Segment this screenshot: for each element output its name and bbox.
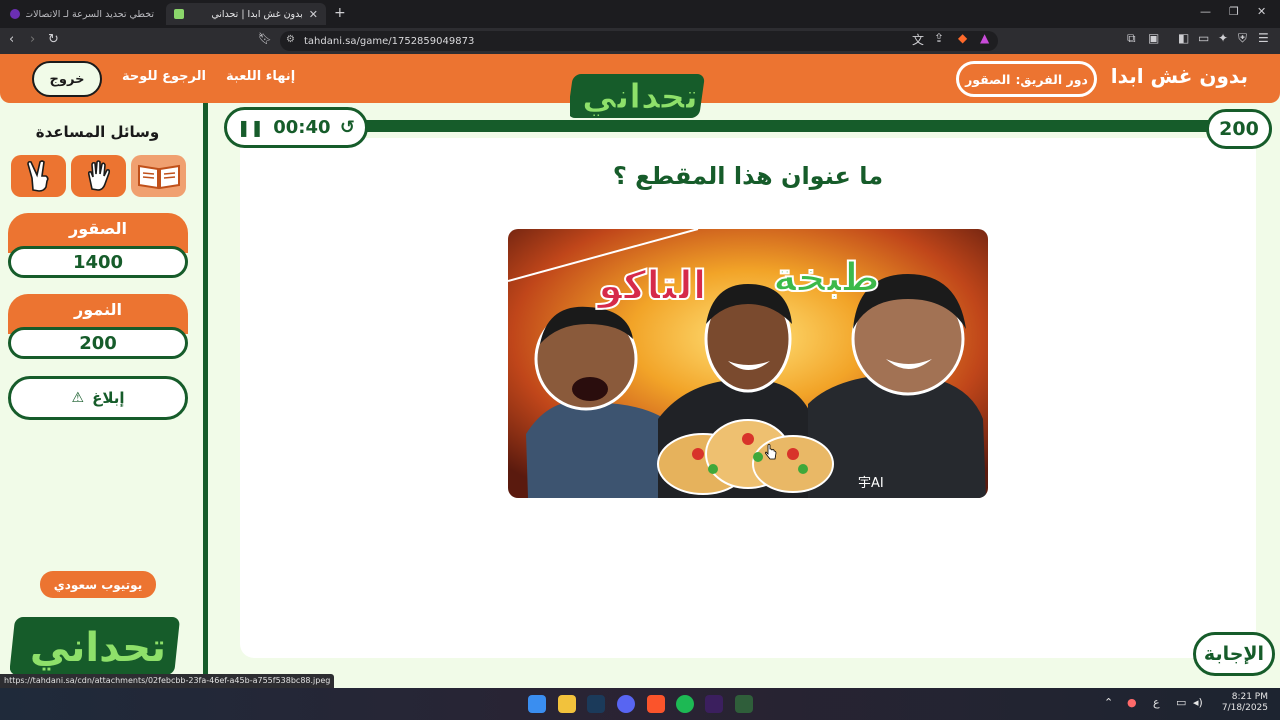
team-2-score: 200 bbox=[8, 327, 188, 359]
browser-tab-1[interactable]: تخطي تحديد السرعة لـ الاتصالات السعو bbox=[2, 3, 162, 25]
keyboard-language[interactable]: ع bbox=[1153, 696, 1160, 709]
open-book-icon bbox=[137, 164, 180, 190]
new-tab-icon[interactable]: + bbox=[334, 5, 346, 21]
next-app-icon[interactable] bbox=[705, 695, 723, 713]
shirt-text: 宇AI bbox=[858, 476, 884, 491]
category-badge: يوتيوب سعودي bbox=[40, 571, 156, 598]
rewards-icon[interactable]: ▲ bbox=[980, 31, 989, 45]
windows-start-icon[interactable] bbox=[528, 695, 546, 713]
clock-time: 8:21 PM bbox=[1231, 692, 1268, 702]
question-points: 200 bbox=[1206, 109, 1272, 149]
image-title-left: طبخة bbox=[773, 255, 880, 301]
browser-tab-2[interactable]: بدون غش ابدا | تحداني ✕ bbox=[166, 3, 326, 25]
tab-favicon-icon bbox=[174, 9, 184, 19]
pause-icon[interactable]: ❚❚ bbox=[237, 118, 264, 137]
reload-icon[interactable]: ↻ bbox=[48, 32, 59, 47]
clock[interactable]: 8:21 PM 7/18/2025 bbox=[1222, 692, 1268, 714]
two-fingers-icon bbox=[26, 160, 49, 192]
aid-raised-hand[interactable] bbox=[71, 155, 126, 197]
mouse-cursor-icon bbox=[765, 444, 777, 460]
steam-icon[interactable] bbox=[587, 695, 605, 713]
restore-icon[interactable]: ❐ bbox=[1229, 5, 1239, 18]
tab-title: بدون غش ابدا | تحداني bbox=[211, 8, 303, 20]
windows-taskbar: ⌃ ● ع ▭ ◂) 8:21 PM 7/18/2025 bbox=[0, 688, 1280, 720]
end-game-link[interactable]: إنهاء اللعبة bbox=[226, 69, 295, 84]
vpn-icon[interactable]: ⛨ bbox=[1238, 31, 1247, 46]
file-explorer-icon[interactable] bbox=[558, 695, 576, 713]
site-info-icon[interactable]: ⚙ bbox=[286, 34, 295, 45]
report-label: إبلاغ bbox=[92, 389, 125, 407]
tab-title: تخطي تحديد السرعة لـ الاتصالات السعو bbox=[26, 8, 154, 20]
turn-label: دور الفريق: bbox=[1015, 71, 1088, 87]
game-name: بدون غش ابدا bbox=[1110, 64, 1248, 88]
report-button[interactable]: إبلاغ ⚠ bbox=[8, 376, 188, 420]
tab-favicon-icon bbox=[10, 9, 20, 19]
team-1-score: 1400 bbox=[8, 246, 188, 278]
discord-icon[interactable] bbox=[617, 695, 635, 713]
close-window-icon[interactable]: ✕ bbox=[1257, 5, 1266, 18]
game-page: بدون غش ابدا دور الفريق: الصقور إنهاء ال… bbox=[0, 54, 1280, 688]
network-icon[interactable]: ▭ bbox=[1176, 696, 1186, 709]
reset-timer-icon[interactable]: ↺ bbox=[340, 117, 355, 138]
brave-shield-icon[interactable]: ◆ bbox=[958, 31, 967, 45]
question-text: ما عنوان هذا المقطع ؟ bbox=[612, 162, 884, 190]
screenshot-icon[interactable]: ▣ bbox=[1148, 31, 1159, 45]
tray-chevron-icon[interactable]: ⌃ bbox=[1104, 696, 1113, 709]
browser-tab-strip: تخطي تحديد السرعة لـ الاتصالات السعو بدو… bbox=[0, 0, 1280, 28]
back-icon[interactable]: ‹ bbox=[9, 32, 14, 47]
minimize-icon[interactable]: — bbox=[1200, 5, 1211, 18]
logo-text: تحداني bbox=[582, 77, 698, 117]
status-bar-url: https://tahdani.sa/cdn/attachments/02feb… bbox=[0, 674, 335, 688]
raised-hand-icon bbox=[87, 160, 110, 191]
url-text: tahdani.sa/game/1752859049873 bbox=[304, 35, 475, 47]
leo-ai-icon[interactable]: ✦ bbox=[1218, 31, 1228, 45]
timer-track bbox=[260, 120, 1220, 132]
menu-icon[interactable]: ☰ bbox=[1258, 31, 1269, 45]
logo-text: تحداني bbox=[30, 625, 166, 671]
timer: ❚❚ 00:40 ↺ bbox=[224, 107, 368, 148]
image-title-right: التاكو bbox=[596, 263, 706, 309]
aid-open-book[interactable] bbox=[131, 155, 186, 197]
wallet-icon[interactable]: ▭ bbox=[1198, 31, 1209, 45]
aid-two-fingers[interactable] bbox=[11, 155, 66, 197]
turn-team: الصقور bbox=[965, 71, 1011, 87]
turn-indicator: دور الفريق: الصقور bbox=[956, 61, 1097, 97]
share-icon[interactable]: ⇪ bbox=[934, 31, 944, 45]
excel-icon[interactable] bbox=[735, 695, 753, 713]
close-tab-icon[interactable]: ✕ bbox=[309, 8, 318, 21]
microphone-icon[interactable]: ● bbox=[1127, 696, 1137, 709]
clock-date: 7/18/2025 bbox=[1221, 703, 1268, 713]
back-to-board-link[interactable]: الرجوع للوحة bbox=[122, 69, 206, 84]
warning-icon: ⚠ bbox=[71, 390, 85, 406]
bookmark-icon[interactable]: 🔖︎ bbox=[258, 32, 272, 45]
timer-value: 00:40 bbox=[273, 117, 331, 138]
exit-button[interactable]: خروج bbox=[32, 61, 102, 97]
spotify-icon[interactable] bbox=[676, 695, 694, 713]
sidebar: وسائل المساعدة الصقور 1400 النمور 200 إب… bbox=[0, 103, 205, 688]
extensions-icon[interactable]: ⧉ bbox=[1127, 31, 1136, 46]
forward-icon[interactable]: › bbox=[30, 32, 35, 47]
volume-icon[interactable]: ◂) bbox=[1193, 696, 1203, 709]
tahdani-logo-bottom: تحداني bbox=[10, 617, 180, 675]
sidebar-icon[interactable]: ◧ bbox=[1178, 31, 1189, 45]
translate-icon[interactable]: 文 bbox=[912, 31, 924, 48]
aids-title: وسائل المساعدة bbox=[35, 123, 160, 141]
address-bar[interactable]: ⚙ tahdani.sa/game/1752859049873 bbox=[280, 31, 998, 51]
browser-toolbar: ‹ › ↻ 🔖︎ ⚙ tahdani.sa/game/1752859049873… bbox=[0, 28, 1280, 54]
brave-browser-icon[interactable] bbox=[647, 695, 665, 713]
question-image: 宇AI التاكو طبخة bbox=[508, 229, 988, 498]
answer-button[interactable]: الإجابة bbox=[1193, 632, 1275, 676]
